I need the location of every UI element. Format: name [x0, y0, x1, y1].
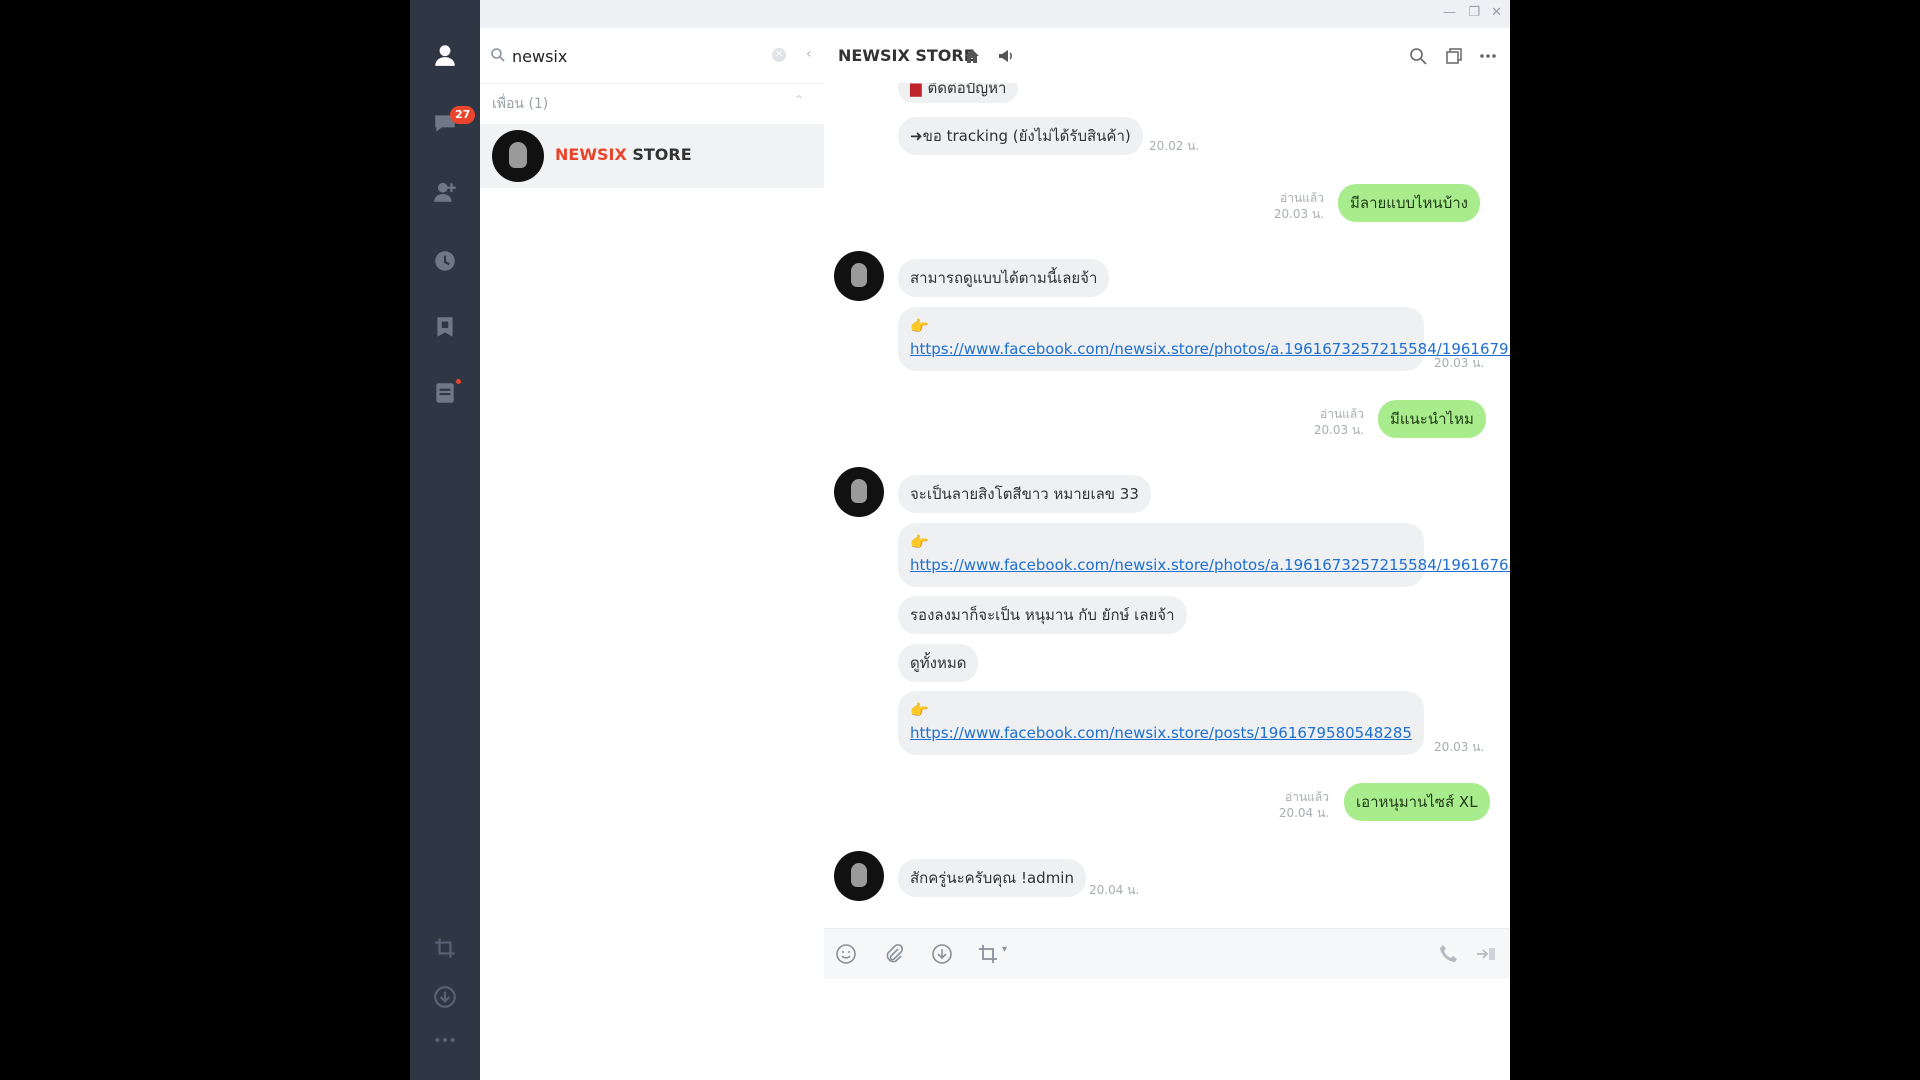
chat-title: NEWSIX STORE	[838, 46, 975, 65]
message-bubble[interactable]: ▆ ติดต่อปัญหา	[898, 83, 1019, 103]
message-text: ➜ขอ tracking (ยังไม่ได้รับสินค้า)	[910, 127, 1131, 145]
keep-icon[interactable]	[427, 309, 463, 345]
read-receipt: อ่านแล้ว	[1285, 790, 1329, 804]
my-message-bubble[interactable]: เอาหนุมานไซส์ XL	[1344, 783, 1490, 821]
friend-list-item[interactable]: NEWSIX STORE	[480, 124, 824, 188]
collapse-panel-icon[interactable]: ‹	[806, 46, 812, 62]
maximize-icon[interactable]: ❐	[1468, 5, 1480, 20]
message-input-area[interactable]	[824, 979, 1510, 1080]
search-bar: ✕ ‹	[480, 28, 824, 84]
message-bubble[interactable]: ดูทั้งหมด	[898, 644, 979, 682]
message-link[interactable]: https://www.facebook.com/newsix.store/ph…	[910, 556, 1510, 574]
message-time: 20.02 น.	[1149, 139, 1200, 153]
sender-avatar	[834, 467, 884, 517]
line-app-window: 27 — ❐ ✕ ✕ ‹	[410, 0, 1510, 1080]
message-bubble[interactable]: จะเป็นลายสิงโตสีขาว หมายเลข 33	[898, 475, 1151, 513]
message-text: จะเป็นลายสิงโตสีขาว หมายเลข 33	[910, 485, 1139, 503]
message-bubble[interactable]: สักครู่นะครับคุณ !admin	[898, 859, 1086, 897]
capture-icon[interactable]	[930, 942, 954, 966]
message-text: มีลายแบบไหนบ้าง	[1350, 194, 1468, 212]
search-input[interactable]	[510, 44, 764, 68]
search-chat-icon[interactable]	[1408, 46, 1428, 66]
chevron-down-icon[interactable]: ▾	[1002, 944, 1007, 955]
message-link[interactable]: https://www.facebook.com/newsix.store/ph…	[910, 340, 1510, 358]
chat-panel: NEWSIX STORE ▆ ติดต่อปัญหา ➜ขอ tracking (…	[824, 28, 1510, 1080]
more-menu-icon[interactable]	[427, 1022, 463, 1058]
sender-avatar	[834, 851, 884, 901]
pointing-hand-icon: 👉	[910, 701, 929, 719]
message-time: 20.03 น.	[1434, 356, 1485, 370]
message-text: สักครู่นะครับคุณ !admin	[910, 869, 1074, 887]
input-toolbar: ▾	[824, 928, 1510, 980]
message-text: มีแนะนำไหม	[1390, 410, 1474, 428]
read-receipt: อ่านแล้ว	[1280, 191, 1324, 205]
message-time: 20.03 น.	[1313, 423, 1364, 437]
download-icon[interactable]	[427, 979, 463, 1015]
close-icon[interactable]: ✕	[1491, 5, 1502, 20]
screenshot-icon[interactable]	[427, 930, 463, 966]
message-text: รองลงมาก็จะเป็น หนุมาน กับ ยักษ์ เลยจ้า	[910, 606, 1175, 624]
home-icon[interactable]	[962, 46, 982, 66]
new-dot-indicator	[456, 379, 461, 384]
profile-icon[interactable]	[427, 37, 463, 73]
pointing-hand-icon: 👉	[910, 533, 929, 551]
chevron-up-icon[interactable]: ⌃	[794, 93, 804, 107]
announcement-icon[interactable]	[996, 46, 1016, 66]
search-icon	[491, 48, 505, 62]
screenshot-crop-icon[interactable]	[976, 942, 1000, 966]
emoji-icon[interactable]	[834, 942, 858, 966]
my-message-bubble[interactable]: มีลายแบบไหนบ้าง	[1338, 184, 1480, 222]
add-friend-icon[interactable]	[427, 174, 463, 210]
message-text: เอาหนุมานไซส์ XL	[1356, 793, 1478, 811]
message-link[interactable]: https://www.facebook.com/newsix.store/po…	[910, 724, 1412, 742]
attach-file-icon[interactable]	[882, 942, 906, 966]
sender-avatar	[834, 251, 884, 301]
copy-window-icon[interactable]	[1444, 46, 1464, 66]
call-icon[interactable]	[1437, 942, 1461, 966]
message-list: ▆ ติดต่อปัญหา ➜ขอ tracking (ยังไม่ได้รับส…	[824, 83, 1510, 928]
friend-list-panel: ✕ ‹ เพื่อน (1) ⌃ NEWSIX STORE	[480, 28, 825, 1080]
pointing-hand-icon: 👉	[910, 317, 929, 335]
send-options-icon[interactable]	[1474, 942, 1498, 966]
unread-count-badge: 27	[450, 106, 476, 124]
message-bubble[interactable]: รองลงมาก็จะเป็น หนุมาน กับ ยักษ์ เลยจ้า	[898, 596, 1187, 634]
left-nav-rail: 27	[410, 0, 480, 1080]
message-time: 20.03 น.	[1434, 740, 1485, 754]
link-message-bubble: 👉 https://www.facebook.com/newsix.store/p…	[898, 691, 1424, 755]
friend-name: NEWSIX STORE	[555, 145, 692, 164]
message-text: ติดต่อปัญหา	[927, 83, 1007, 97]
search-match-highlight: NEWSIX	[555, 145, 627, 164]
window-title-bar: — ❐ ✕	[480, 0, 1510, 28]
friend-name-rest: STORE	[626, 145, 692, 164]
message-bubble[interactable]: ➜ขอ tracking (ยังไม่ได้รับสินค้า)	[898, 117, 1143, 155]
read-receipt: อ่านแล้ว	[1320, 407, 1364, 421]
link-message-bubble: 👉 https://www.facebook.com/newsix.store/p…	[898, 523, 1510, 587]
message-time: 20.04 น.	[1089, 883, 1140, 897]
message-time: 20.03 น.	[1273, 207, 1324, 221]
avatar	[492, 130, 544, 182]
message-text: ดูทั้งหมด	[910, 654, 967, 672]
my-message-bubble[interactable]: มีแนะนำไหม	[1378, 400, 1486, 438]
friends-section-label: เพื่อน (1)	[492, 96, 549, 112]
chat-header: NEWSIX STORE	[824, 28, 1510, 83]
more-options-icon[interactable]	[1478, 46, 1498, 66]
message-time: 20.04 น.	[1278, 806, 1329, 820]
timeline-icon[interactable]	[427, 243, 463, 279]
box-emoji-icon: ▆	[910, 83, 922, 97]
clear-search-icon[interactable]: ✕	[772, 48, 786, 62]
minimize-icon[interactable]: —	[1443, 5, 1456, 20]
message-bubble[interactable]: สามารถดูแบบได้ตามนี้เลยจ้า	[898, 259, 1110, 297]
message-text: สามารถดูแบบได้ตามนี้เลยจ้า	[910, 269, 1098, 287]
link-message-bubble: 👉 https://www.facebook.com/newsix.store/p…	[898, 307, 1510, 371]
